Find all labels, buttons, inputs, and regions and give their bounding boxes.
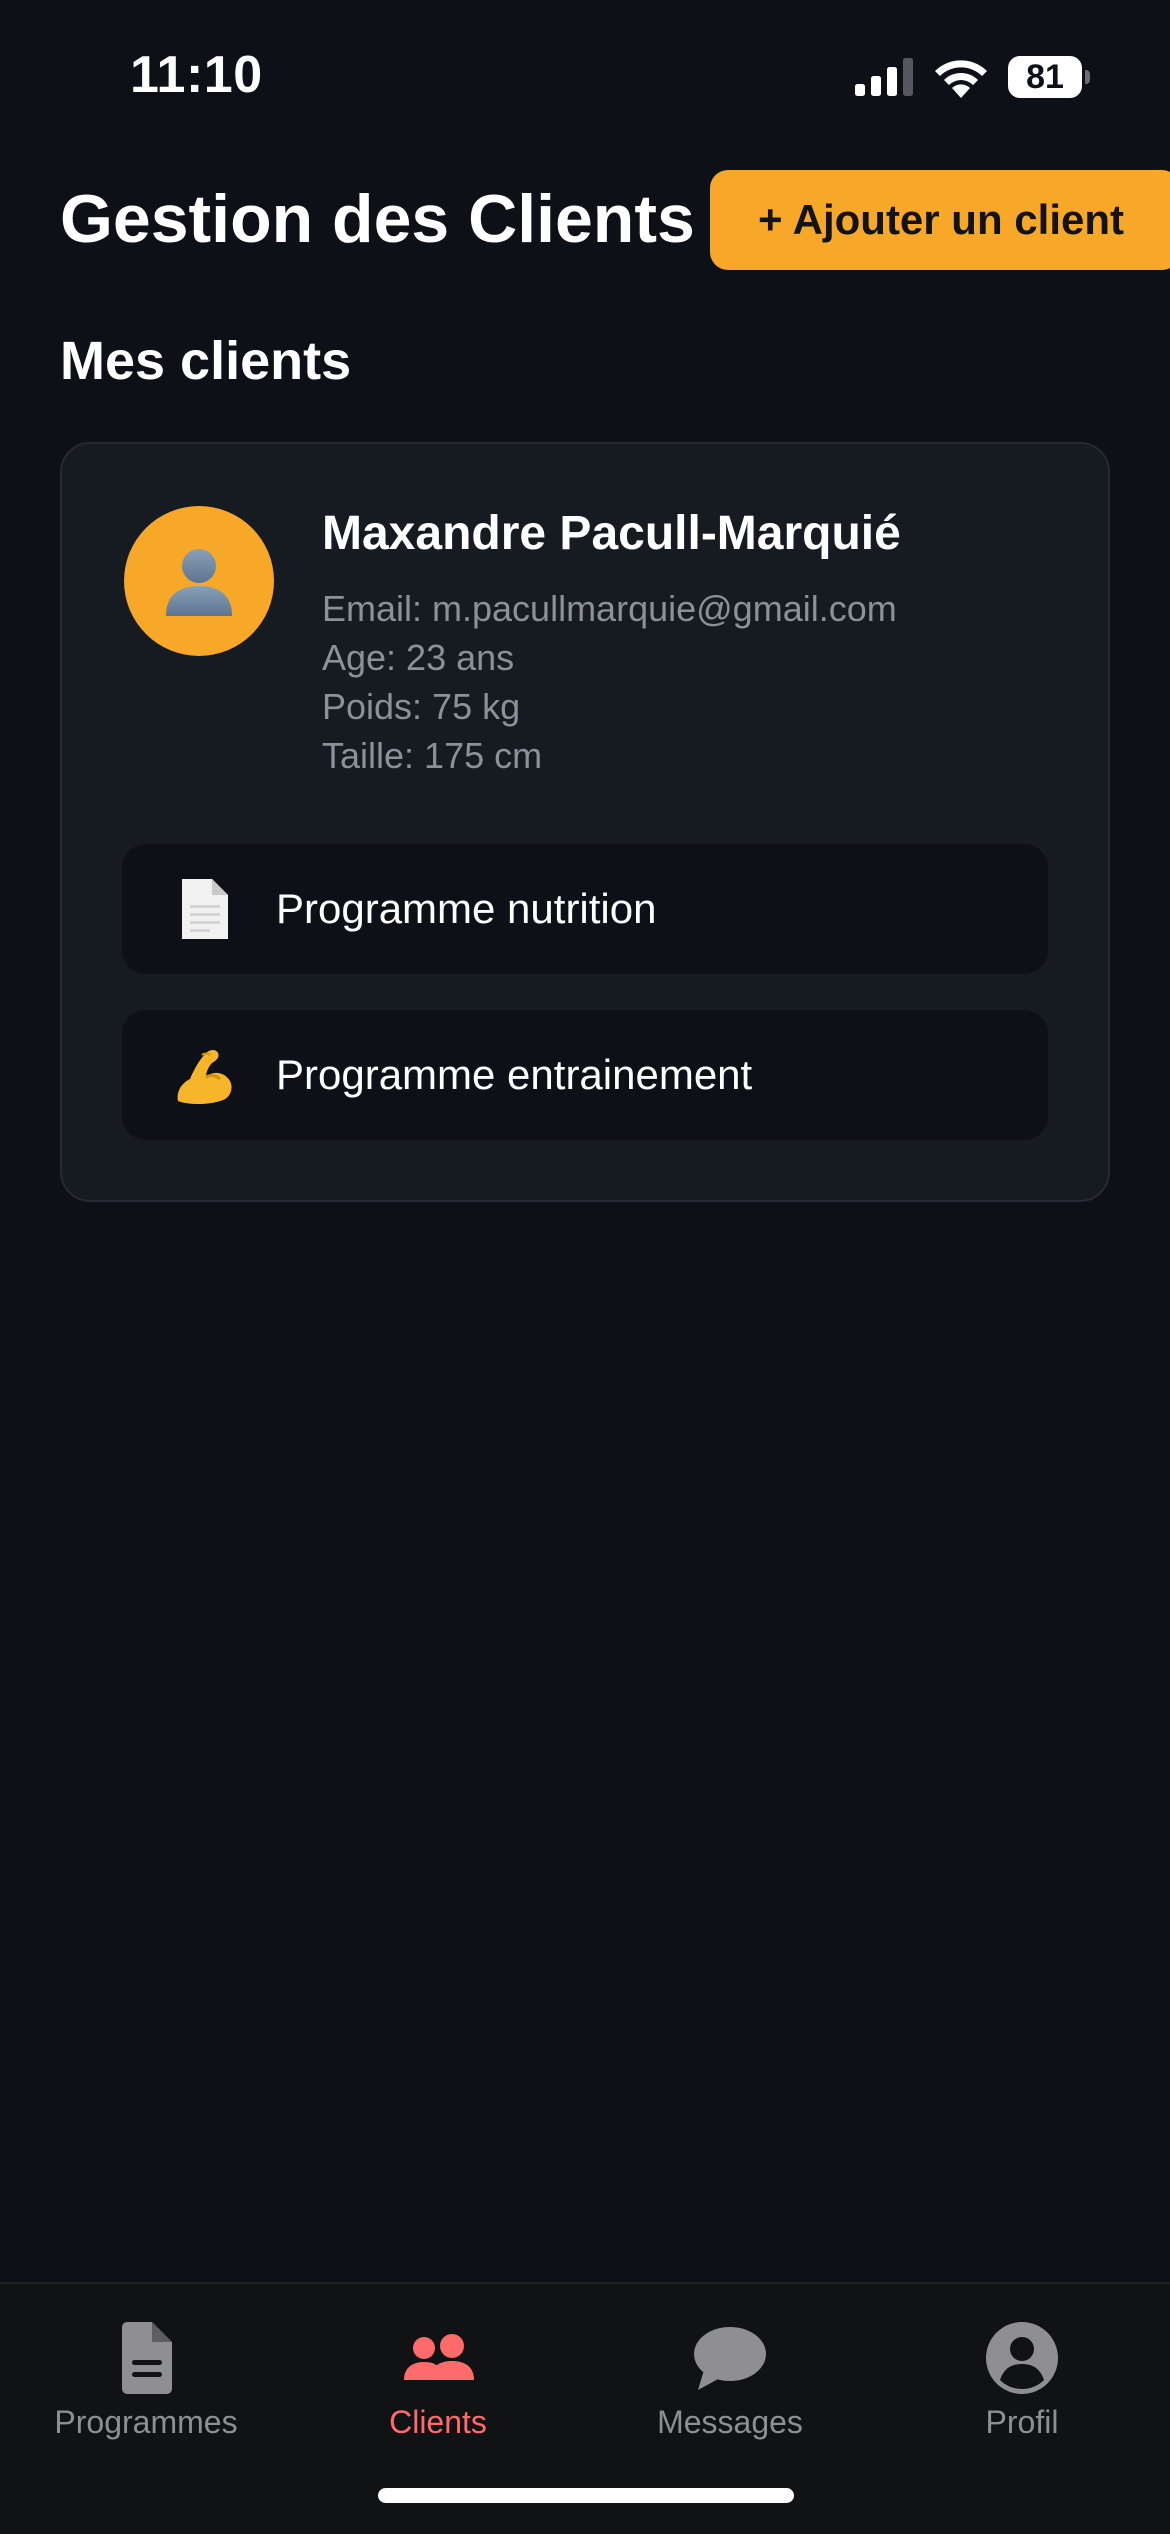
client-height: Taille: 175 cm [322,735,543,776]
nutrition-program-button[interactable]: Programme nutrition [122,844,1048,974]
client-weight: Poids: 75 kg [322,686,521,727]
training-program-label: Programme entrainement [276,1051,753,1098]
document-icon [122,2322,172,2394]
wifi-icon [935,60,987,98]
client-name: Maxandre Pacull-Marquié [322,507,901,560]
tab-label-messages: Messages [657,2404,803,2440]
training-program-button[interactable]: Programme entrainement [122,1010,1048,1140]
battery-cap [1085,70,1090,84]
people-icon [404,2334,474,2380]
nutrition-program-label: Programme nutrition [276,885,657,932]
client-email: Email: m.pacullmarquie@gmail.com [322,588,897,629]
status-bar: 11:10 81 [0,0,1170,150]
section-title: Mes clients [60,331,352,391]
avatar [124,506,274,656]
person-silhouette-icon [166,549,232,616]
status-time: 11:10 [130,46,263,104]
client-age: Age: 23 ans [322,637,515,678]
tab-label-clients: Clients [389,2404,487,2440]
tab-messages[interactable]: Messages [584,2302,876,2452]
signal-icon [855,58,913,96]
tab-label-programmes: Programmes [54,2404,238,2440]
user-circle-icon [986,2322,1058,2394]
tab-clients[interactable]: Clients [292,2302,584,2452]
battery-icon: 81 [1008,56,1090,98]
page-title: Gestion des Clients [60,181,695,257]
chat-bubble-icon [694,2327,766,2390]
client-card[interactable]: Maxandre Pacull-Marquié Email: m.pacullm… [60,442,1110,1202]
battery-level: 81 [1026,58,1064,96]
document-icon [182,879,228,939]
tab-programmes[interactable]: Programmes [0,2302,292,2452]
home-indicator[interactable] [378,2488,794,2503]
flexed-biceps-icon [177,1050,232,1104]
tab-label-profil: Profil [985,2404,1059,2440]
add-client-button[interactable]: + Ajouter un client [710,170,1170,270]
tab-profil[interactable]: Profil [876,2302,1168,2452]
